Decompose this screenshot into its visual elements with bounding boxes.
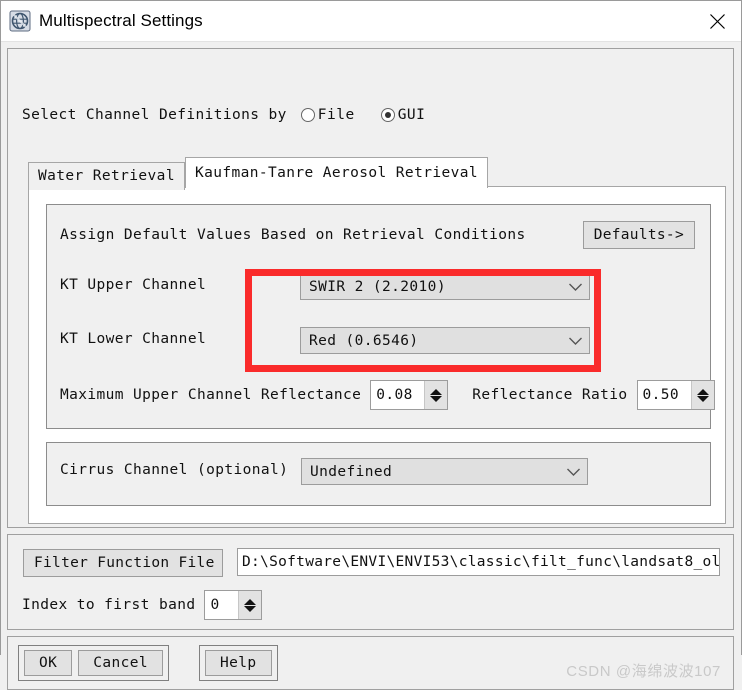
- csdn-watermark: CSDN @海绵波波107: [566, 663, 721, 680]
- filter-function-file-button[interactable]: Filter Function File: [23, 549, 223, 577]
- kt-lower-channel-value: Red (0.6546): [309, 332, 419, 349]
- stepper-arrows-icon[interactable]: [238, 591, 262, 619]
- reflectance-ratio-label: Reflectance Ratio: [472, 387, 628, 403]
- window-title: Multispectral Settings: [39, 11, 203, 30]
- kt-lower-channel-row: KT Lower Channel: [60, 331, 290, 347]
- stepper-arrows-icon[interactable]: [690, 381, 714, 409]
- chevron-down-icon: [568, 277, 583, 296]
- globe-icon: [9, 10, 31, 32]
- help-button[interactable]: Help: [205, 650, 272, 676]
- kt-upper-channel-label: KT Upper Channel: [60, 277, 207, 293]
- radio-label-file: File: [317, 107, 355, 123]
- index-first-band-value: 0: [205, 591, 239, 619]
- title-bar: Multispectral Settings: [1, 1, 741, 42]
- kt-upper-channel-dropdown[interactable]: SWIR 2 (2.2010): [300, 273, 590, 300]
- cirrus-channel-label: Cirrus Channel (optional): [60, 462, 289, 478]
- index-first-band-row: Index to first band 0: [22, 590, 263, 620]
- kt-upper-channel-value: SWIR 2 (2.2010): [309, 278, 446, 295]
- retrieval-conditions-group: Assign Default Values Based on Retrieval…: [46, 204, 715, 429]
- kt-upper-channel-row: KT Upper Channel: [60, 277, 290, 293]
- radio-option-gui[interactable]: GUI: [380, 107, 426, 123]
- defaults-button[interactable]: Defaults->: [582, 221, 695, 249]
- tab-panel-aerosol: Assign Default Values Based on Retrieval…: [28, 186, 726, 524]
- reflectance-ratio-stepper[interactable]: 0.50: [636, 380, 715, 410]
- reflectance-ratio-value: 0.50: [637, 381, 691, 409]
- radio-circle-file: [300, 108, 315, 122]
- tab-bar: Water Retrieval Kaufman-Tanre Aerosol Re…: [28, 157, 488, 190]
- chevron-down-icon: [568, 331, 583, 350]
- index-first-band-label: Index to first band: [22, 597, 196, 613]
- close-icon[interactable]: [693, 1, 741, 41]
- max-upper-reflectance-stepper[interactable]: 0.08: [370, 380, 449, 410]
- channel-definition-label: Select Channel Definitions by: [22, 107, 287, 123]
- stepper-arrows-icon[interactable]: [424, 381, 448, 409]
- help-group: Help: [199, 645, 278, 681]
- cirrus-channel-value: Undefined: [310, 463, 393, 480]
- max-upper-reflectance-value: 0.08: [371, 381, 425, 409]
- max-upper-reflectance-label: Maximum Upper Channel Reflectance: [60, 387, 362, 403]
- kt-lower-channel-dropdown[interactable]: Red (0.6546): [300, 327, 590, 354]
- cancel-button[interactable]: Cancel: [78, 650, 164, 676]
- radio-label-gui: GUI: [397, 107, 426, 123]
- chevron-down-icon: [566, 462, 581, 481]
- reflectance-row: Maximum Upper Channel Reflectance 0.08 R…: [60, 380, 715, 410]
- filter-function-panel: Filter Function File D:\Software\ENVI\EN…: [7, 534, 734, 630]
- channel-definition-selector: Select Channel Definitions by File GUI: [22, 107, 451, 123]
- tab-kaufman-tanre-aerosol-retrieval[interactable]: Kaufman-Tanre Aerosol Retrieval: [184, 157, 488, 188]
- assign-defaults-label: Assign Default Values Based on Retrieval…: [60, 227, 526, 243]
- cirrus-channel-group: Cirrus Channel (optional) Undefined: [46, 442, 711, 506]
- dialog-button-bar: OK Cancel Help CSDN @海绵波波107: [7, 636, 734, 690]
- radio-circle-gui: [380, 108, 395, 122]
- defaults-row: Assign Default Values Based on Retrieval…: [60, 221, 695, 249]
- kt-lower-channel-label: KT Lower Channel: [60, 331, 207, 347]
- dialog-client-area: Select Channel Definitions by File GUI W…: [1, 42, 741, 690]
- filter-function-file-path[interactable]: D:\Software\ENVI\ENVI53\classic\filt_fun…: [237, 548, 720, 576]
- ok-cancel-group: OK Cancel: [18, 645, 170, 681]
- ok-button[interactable]: OK: [24, 650, 73, 676]
- multispectral-settings-window: Multispectral Settings Select Channel De…: [0, 0, 742, 690]
- radio-option-file[interactable]: File: [300, 107, 355, 123]
- settings-panel: Select Channel Definitions by File GUI W…: [7, 48, 734, 528]
- index-first-band-stepper[interactable]: 0: [204, 590, 263, 620]
- cirrus-channel-dropdown[interactable]: Undefined: [301, 458, 588, 485]
- cirrus-channel-row: Cirrus Channel (optional): [60, 462, 288, 478]
- tab-water-retrieval[interactable]: Water Retrieval: [28, 162, 185, 190]
